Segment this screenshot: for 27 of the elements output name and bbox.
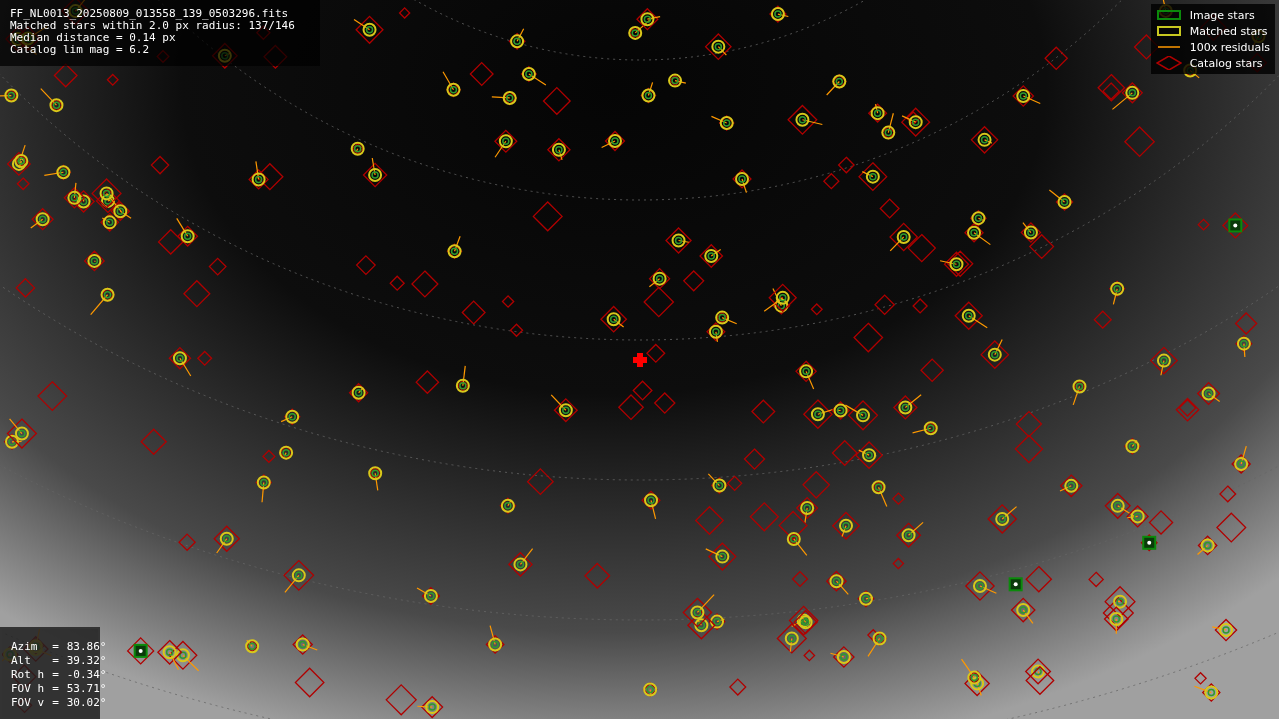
center-cross-icon	[633, 353, 647, 367]
pointing-label: Rot h	[11, 669, 45, 681]
diamond-icon	[1155, 56, 1182, 70]
rectangle-icon	[1155, 8, 1182, 22]
info-line: FF_NL0013_20250809_013558_139_0503296.fits	[10, 8, 290, 20]
pointing-label: Azim	[11, 641, 39, 653]
legend-label: Catalog stars	[1189, 56, 1263, 70]
legend-label: Image stars	[1189, 8, 1255, 22]
pointing-value: 39.32°	[66, 655, 107, 667]
pointing-label: Alt	[11, 655, 32, 667]
pointing-equals-sign: =	[52, 697, 59, 709]
pointing-label: FOV v	[11, 697, 45, 709]
pointing-value: 83.86°	[66, 641, 107, 653]
info-line: Catalog lim mag = 6.2	[10, 44, 151, 56]
pointing-value: 30.02°	[66, 697, 107, 709]
pointing-value: 53.71°	[66, 683, 107, 695]
legend-label: Matched stars	[1189, 24, 1268, 38]
rectangle-icon	[1155, 24, 1182, 38]
legend-label: 100x residuals	[1189, 40, 1270, 54]
pointing-equals-sign: =	[52, 683, 59, 695]
pointing-equals-sign: =	[52, 641, 59, 653]
pointing-value: -0.34°	[66, 669, 107, 681]
info-line: Median distance = 0.14 px	[10, 32, 177, 44]
pointing-label: FOV h	[11, 683, 45, 695]
pointing-equals-sign: =	[52, 669, 59, 681]
pointing-equals-sign: =	[52, 655, 59, 667]
info-line: Matched stars within 2.0 px radius: 137/146	[10, 20, 296, 32]
